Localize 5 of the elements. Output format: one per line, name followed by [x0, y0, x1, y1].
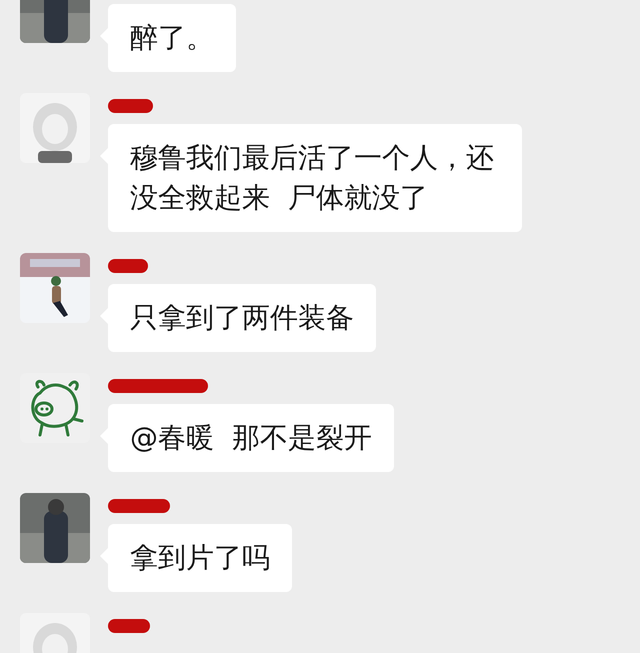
message-bubble: 只拿到了两件装备	[100, 284, 376, 352]
message-bubble: 醉了。	[100, 4, 236, 72]
message-bubble: @春暖 那不是裂开	[100, 404, 394, 472]
message-bubble: 拿到片了吗	[100, 524, 292, 592]
message-bubble: 穆鲁我们最后活了一个人，还没全救起来 尸体就没了	[100, 124, 522, 232]
